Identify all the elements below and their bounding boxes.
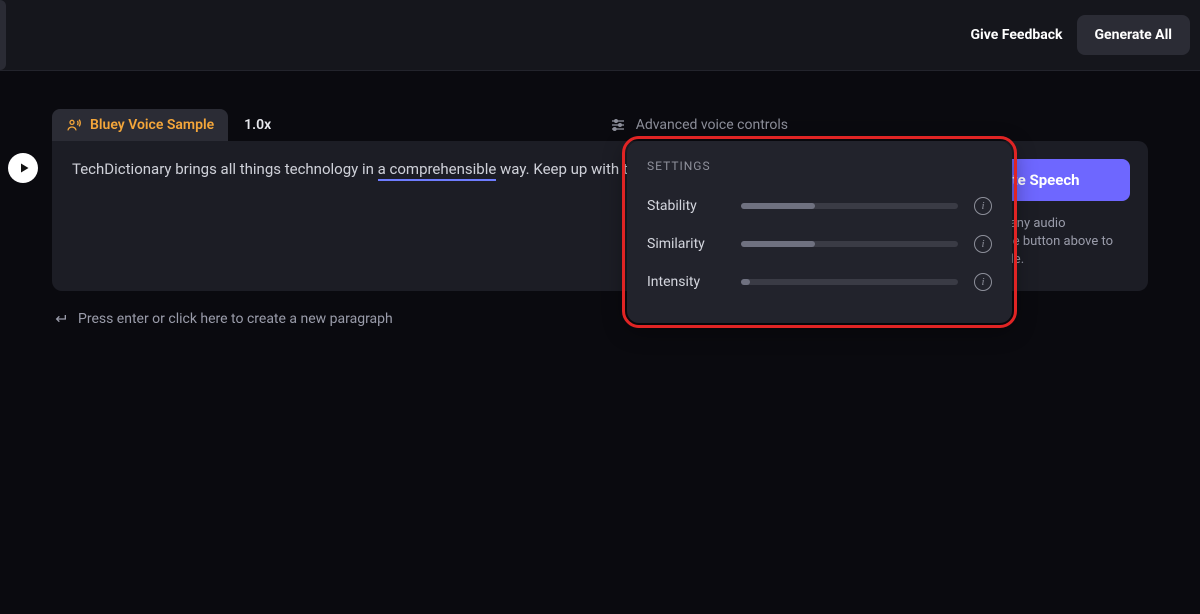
setting-row-similarity: Similarity i	[647, 225, 992, 263]
voice-icon	[66, 117, 82, 133]
slider-fill	[741, 279, 750, 285]
setting-label: Stability	[647, 198, 725, 214]
play-icon	[18, 162, 30, 174]
setting-row-stability: Stability i	[647, 187, 992, 225]
voice-sample-tab-label: Bluey Voice Sample	[90, 117, 214, 133]
setting-label: Similarity	[647, 236, 725, 252]
editor-text-highlighted: a comprehensible	[378, 160, 497, 181]
enter-icon	[52, 311, 68, 327]
new-paragraph-label: Press enter or click here to create a ne…	[78, 311, 393, 327]
voice-sample-tab[interactable]: Bluey Voice Sample	[52, 109, 228, 141]
toolbar-row: Bluey Voice Sample 1.0x Advanced voice c…	[52, 109, 1148, 141]
slider-fill	[741, 241, 815, 247]
similarity-slider[interactable]	[741, 241, 958, 247]
play-button[interactable]	[8, 153, 38, 183]
setting-label: Intensity	[647, 274, 725, 290]
info-icon[interactable]: i	[974, 235, 992, 253]
slider-fill	[741, 203, 815, 209]
top-bar: Give Feedback Generate All	[0, 0, 1200, 70]
main-content: Bluey Voice Sample 1.0x Advanced voice c…	[0, 71, 1200, 327]
editor-wrap: TechDictionary brings all things technol…	[52, 141, 1148, 291]
playback-speed[interactable]: 1.0x	[244, 117, 271, 133]
info-icon[interactable]: i	[974, 273, 992, 291]
generate-all-button[interactable]: Generate All	[1077, 15, 1191, 55]
setting-row-intensity: Intensity i	[647, 263, 992, 301]
give-feedback-link[interactable]: Give Feedback	[971, 27, 1063, 43]
settings-popover: SETTINGS Stability i Similarity i Intens…	[627, 141, 1012, 323]
sliders-icon	[610, 117, 626, 133]
intensity-slider[interactable]	[741, 279, 958, 285]
stability-slider[interactable]	[741, 203, 958, 209]
editor-text-pre: TechDictionary brings all things technol…	[72, 160, 378, 178]
advanced-voice-controls[interactable]: Advanced voice controls	[610, 117, 788, 133]
info-icon[interactable]: i	[974, 197, 992, 215]
left-stub	[0, 0, 6, 70]
settings-title: SETTINGS	[647, 159, 992, 173]
advanced-voice-controls-label: Advanced voice controls	[636, 117, 788, 133]
